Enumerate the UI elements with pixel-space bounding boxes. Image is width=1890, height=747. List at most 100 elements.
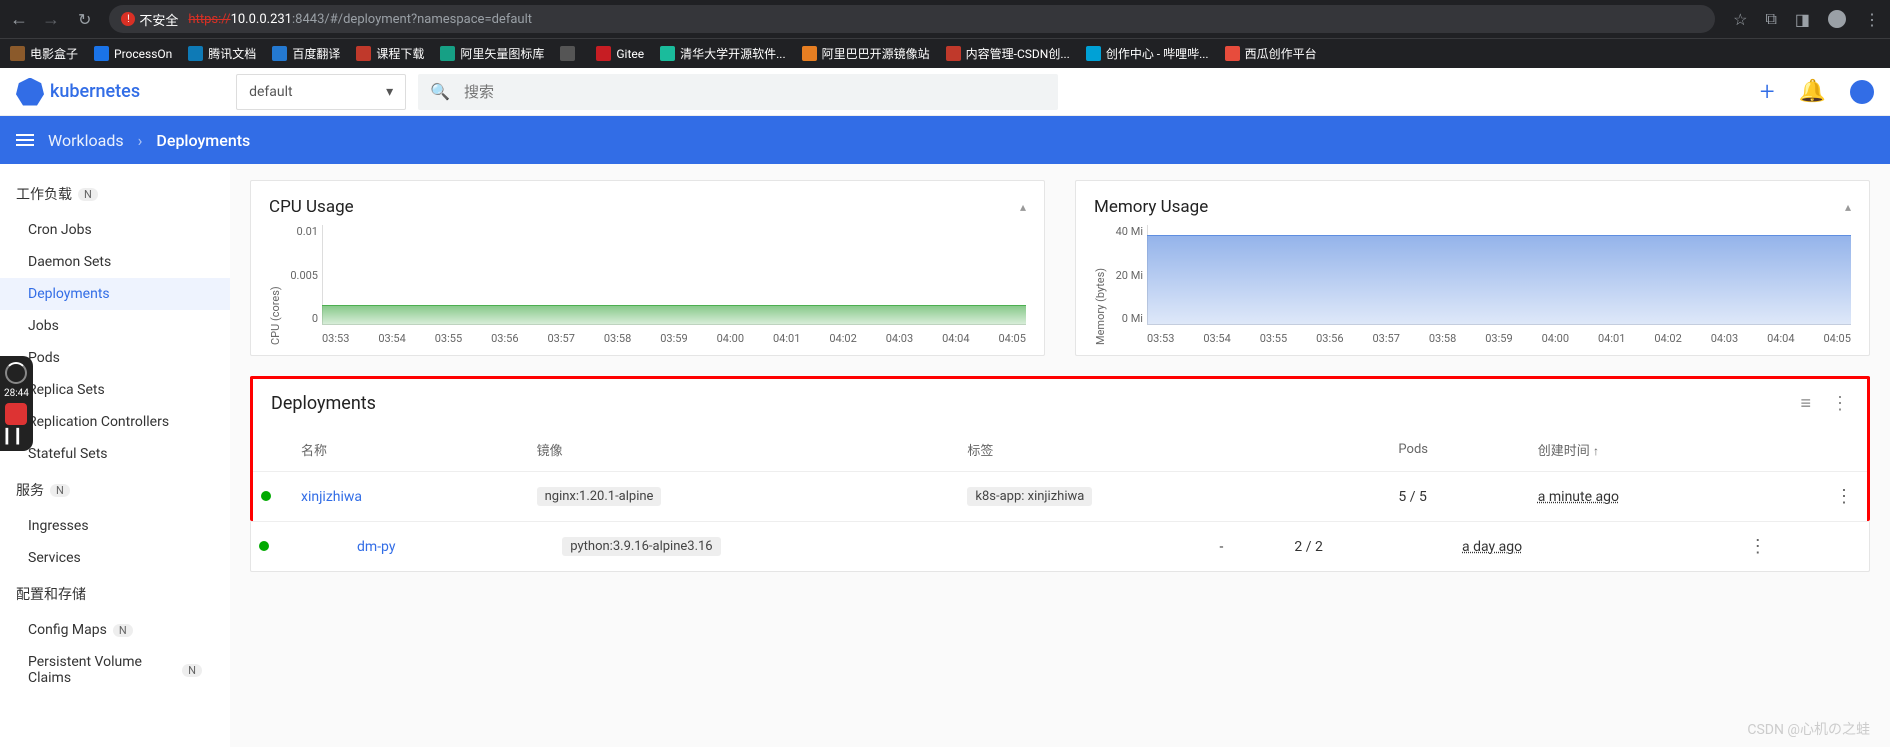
cpu-y-axis-label: CPU (cores) — [269, 225, 282, 345]
reload-button[interactable]: ↻ — [78, 10, 91, 29]
sidebar-item[interactable]: Deployments — [0, 278, 230, 310]
insecure-label: 不安全 — [139, 10, 178, 29]
x-tick: 03:55 — [435, 332, 462, 345]
sidebar-item[interactable]: Config Maps N — [0, 614, 230, 646]
bookmark-label: 阿里巴巴开源镜像站 — [822, 45, 930, 62]
sidebar-item[interactable]: Jobs — [0, 310, 230, 342]
col-created[interactable]: 创建时间 ↑ — [1530, 428, 1827, 472]
pods-count: 2 / 2 — [1286, 522, 1454, 572]
bookmark-item[interactable]: ProcessOn — [94, 46, 172, 61]
url-path: :8443/#/deployment?namespace=default — [292, 12, 532, 27]
bookmark-item[interactable]: 阿里矢量图标库 — [440, 45, 544, 62]
bookmark-label: 创作中心 - 哔哩哔... — [1106, 45, 1209, 62]
chevron-down-icon: ▾ — [386, 84, 393, 100]
bookmark-favicon — [560, 46, 575, 61]
status-dot-icon — [259, 541, 269, 551]
bookmark-favicon — [1086, 46, 1101, 61]
insecure-icon: ! — [121, 12, 135, 26]
col-image[interactable]: 镜像 — [529, 428, 960, 472]
search-input[interactable] — [464, 83, 1046, 101]
row-menu-icon[interactable]: ⋮ — [1835, 486, 1853, 507]
recorder-pause-button[interactable]: ▎▎ — [6, 429, 28, 445]
x-tick: 04:00 — [1542, 332, 1569, 345]
bookmark-favicon — [946, 46, 961, 61]
bookmark-item[interactable]: 腾讯文档 — [188, 45, 256, 62]
sidebar-item[interactable]: Replica Sets — [0, 374, 230, 406]
bookmark-item[interactable]: Gitee — [596, 46, 644, 61]
side-panel-icon[interactable]: ◨ — [1795, 10, 1810, 29]
card-menu-icon[interactable]: ⋮ — [1831, 393, 1849, 414]
bookmark-star-icon[interactable]: ☆ — [1733, 10, 1747, 29]
bookmark-item[interactable]: 百度翻译 — [272, 45, 340, 62]
sidebar-section-workloads[interactable]: 工作负载N — [0, 174, 230, 214]
table-row[interactable]: dm-pypython:3.9.16-alpine3.16-2 / 2a day… — [251, 522, 1869, 572]
chevron-right-icon: › — [138, 131, 143, 150]
extensions-icon[interactable]: ⧉ — [1765, 9, 1776, 29]
bookmark-item[interactable]: 西瓜创作平台 — [1225, 45, 1317, 62]
forward-button[interactable]: → — [42, 9, 60, 30]
x-tick: 03:58 — [1429, 332, 1456, 345]
kubernetes-logo[interactable]: kubernetes — [16, 78, 140, 106]
profile-avatar[interactable] — [1828, 10, 1846, 28]
mem-y-axis-label: Memory (bytes) — [1094, 225, 1107, 345]
sidebar-item[interactable]: Pods — [0, 342, 230, 374]
address-bar[interactable]: !不安全 https:// 10.0.0.231 :8443/#/deploym… — [109, 5, 1715, 33]
col-labels[interactable]: 标签 — [959, 428, 1390, 472]
equalize-icon[interactable]: ≡ — [1800, 393, 1811, 414]
collapse-icon[interactable]: ▴ — [1845, 200, 1851, 214]
sidebar-item[interactable]: Persistent Volume Claims N — [0, 646, 230, 694]
x-tick: 04:01 — [1598, 332, 1625, 345]
app-header: kubernetes default ▾ 🔍 + 🔔 — [0, 68, 1890, 116]
deployment-name-link[interactable]: dm-py — [357, 539, 395, 555]
bookmark-item[interactable]: 电影盒子 — [10, 45, 78, 62]
namespace-badge: N — [78, 188, 98, 201]
menu-toggle-button[interactable] — [16, 134, 34, 146]
sidebar-item[interactable]: Stateful Sets — [0, 438, 230, 470]
deployments-table: 名称 镜像 标签 Pods 创建时间 ↑ xinjizhiwanginx:1.2… — [253, 428, 1867, 521]
x-tick: 03:59 — [660, 332, 687, 345]
x-tick: 04:01 — [773, 332, 800, 345]
col-pods[interactable]: Pods — [1390, 428, 1529, 472]
bookmark-label: ProcessOn — [114, 47, 172, 61]
sidebar-item[interactable]: Daemon Sets — [0, 246, 230, 278]
screen-recorder-widget[interactable]: 28:44 ▎▎ — [0, 356, 33, 451]
bookmark-item[interactable]: 内容管理-CSDN创... — [946, 45, 1070, 62]
sidebar-item[interactable]: Cron Jobs — [0, 214, 230, 246]
logo-text: kubernetes — [50, 81, 140, 102]
breadcrumb-root[interactable]: Workloads — [48, 131, 124, 150]
bookmark-item[interactable] — [560, 46, 580, 61]
user-account-icon[interactable] — [1850, 80, 1874, 104]
create-button[interactable]: + — [1760, 77, 1775, 107]
back-button[interactable]: ← — [10, 9, 28, 30]
sidebar-item[interactable]: Services — [0, 542, 230, 574]
x-tick: 04:03 — [886, 332, 913, 345]
col-name[interactable]: 名称 — [293, 428, 529, 472]
bookmark-item[interactable]: 清华大学开源软件... — [660, 45, 786, 62]
sidebar-section-services[interactable]: 服务N — [0, 470, 230, 510]
y-tick: 0.005 — [282, 269, 318, 282]
namespace-badge: N — [50, 484, 70, 497]
breadcrumb: Workloads › Deployments — [0, 116, 1890, 164]
bookmark-favicon — [440, 46, 455, 61]
bookmark-label: 内容管理-CSDN创... — [966, 45, 1070, 62]
collapse-icon[interactable]: ▴ — [1020, 200, 1026, 214]
sidebar-item[interactable]: Ingresses — [0, 510, 230, 542]
bookmark-item[interactable]: 阿里巴巴开源镜像站 — [802, 45, 930, 62]
sidebar-item[interactable]: Replication Controllers — [0, 406, 230, 438]
row-menu-icon[interactable]: ⋮ — [1749, 536, 1767, 557]
browser-menu-icon[interactable]: ⋮ — [1864, 10, 1880, 29]
sidebar-section-config[interactable]: 配置和存储 — [0, 574, 230, 614]
bookmark-label: Gitee — [616, 47, 644, 61]
x-tick: 04:03 — [1711, 332, 1738, 345]
x-tick: 04:05 — [1824, 332, 1851, 345]
bookmark-item[interactable]: 创作中心 - 哔哩哔... — [1086, 45, 1209, 62]
recorder-time: 28:44 — [4, 388, 29, 399]
y-tick: 40 Mi — [1107, 225, 1143, 238]
search-box[interactable]: 🔍 — [418, 74, 1058, 110]
namespace-select[interactable]: default ▾ — [236, 74, 406, 110]
bookmark-item[interactable]: 课程下载 — [356, 45, 424, 62]
recorder-stop-button[interactable] — [5, 403, 27, 425]
deployment-name-link[interactable]: xinjizhiwa — [301, 489, 362, 505]
notifications-icon[interactable]: 🔔 — [1799, 79, 1826, 104]
table-row[interactable]: xinjizhiwanginx:1.20.1-alpinek8s-app: xi… — [253, 472, 1867, 522]
